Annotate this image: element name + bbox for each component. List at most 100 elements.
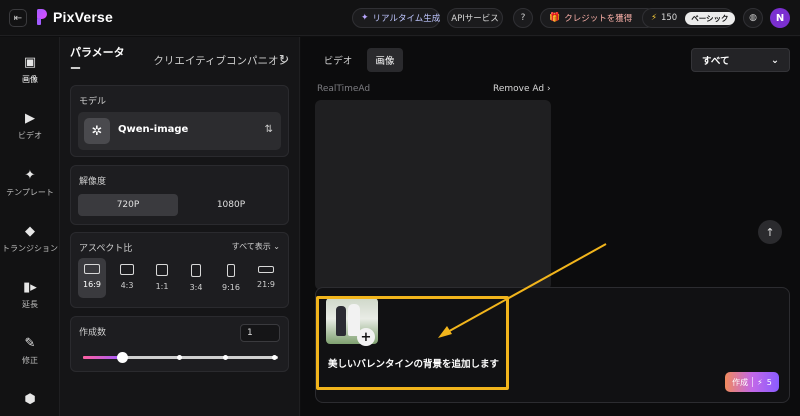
nav-item-extend[interactable]: ▮▸ 延長 [0,280,60,310]
aspect-option-4-3[interactable]: 4:3 [113,258,141,298]
aspect-option-9-16[interactable]: 9:16 [217,258,245,298]
filter-select[interactable]: すべて ⌄ [691,48,790,72]
model-logo-icon: ✲ [84,118,110,144]
nav-item-more[interactable]: ⬢ [0,392,60,411]
nav-item-image[interactable]: ▣ 画像 [0,55,60,85]
realtime-button[interactable]: ✦ リアルタイム生成 [352,8,440,28]
count-title: 作成数 [79,328,107,338]
tab-video[interactable]: ビデオ [315,48,361,72]
aspect-4-3-icon [120,264,134,275]
slider-knob[interactable] [117,352,128,363]
resolution-720p[interactable]: 720P [78,194,178,216]
brand-name: PixVerse [53,9,113,25]
prompt-box[interactable]: + 美しいバレンタインの背景を追加します 作成 ⚡ 5 [315,287,790,403]
nav-label: テンプレート [6,188,54,197]
globe-icon[interactable]: ◍ [743,8,763,28]
main-area: ビデオ 画像 すべて ⌄ RealTimeAd Remove Ad › ↑ + … [301,37,800,416]
sparkle-icon: ✦ [24,168,36,183]
left-nav: ▣ 画像 ▶ ビデオ ✦ テンプレート ◆ トランジション ▮▸ 延長 ✎ 修正… [0,37,60,416]
realtime-label: リアルタイム生成 [372,14,441,24]
create-cost: 5 [766,377,772,387]
count-input[interactable]: 1 [240,324,280,342]
aspect-option-3-4[interactable]: 3:4 [182,258,210,298]
aspect-label: 21:9 [257,280,275,289]
get-credits-button[interactable]: 🎁 クレジットを獲得 [540,8,656,28]
tab-parameters[interactable]: パラメーター [70,44,133,76]
aspect-label: 16:9 [83,280,101,289]
aspect-label: 9:16 [222,283,240,292]
model-card: モデル ✲ Qwen-image ⇅ [70,85,289,157]
api-service-button[interactable]: APIサービス [447,8,503,28]
aspect-3-4-icon [191,264,201,277]
logo[interactable]: PixVerse [37,9,113,25]
chevron-down-icon: ⌄ [771,54,779,66]
help-icon[interactable]: ? [513,8,533,28]
count-slider[interactable] [83,352,278,363]
prompt-text[interactable]: 美しいバレンタインの背景を追加します [328,356,499,370]
aspect-ratio-card: アスペクト比 すべて表示 ⌄ 16:9 4:3 1:1 3:4 9:16 21:… [70,232,289,308]
lightning-icon: ✦ [361,13,369,23]
add-image-button[interactable]: + [357,328,375,346]
avatar[interactable]: N [770,8,790,28]
bolt-icon: ⚡ [651,13,657,23]
nav-item-edit[interactable]: ✎ 修正 [0,336,60,366]
nav-label: トランジション [2,244,58,253]
chevron-right-icon: › [546,84,551,94]
remove-ad-link[interactable]: Remove Ad › [493,84,551,94]
credit-label: クレジットを獲得 [564,14,633,24]
aspect-option-16-9[interactable]: 16:9 [78,258,106,298]
tab-creative-companion[interactable]: クリエイティブコンパニオン [153,53,289,68]
nav-item-video[interactable]: ▶ ビデオ [0,111,60,141]
aspect-label: 4:3 [120,281,134,290]
aspect-title: アスペクト比 [79,244,133,254]
scroll-top-icon[interactable]: ↑ [758,220,782,244]
pixverse-logo-icon [37,9,47,25]
nav-label: 画像 [22,75,38,84]
extend-icon: ▮▸ [23,280,37,295]
slider-step-dot[interactable] [223,355,229,360]
credit-balance[interactable]: ⚡ 150 ベーシック [642,8,735,28]
refresh-icon[interactable]: ↻ [279,52,289,66]
aspect-21-9-icon [258,266,274,273]
gift-icon: 🎁 [549,13,561,23]
create-button[interactable]: 作成 ⚡ 5 [725,372,779,392]
filter-label: すべて [702,56,730,67]
nav-item-transition[interactable]: ◆ トランジション [0,224,60,254]
plan-badge: ベーシック [685,11,735,25]
show-all-dropdown[interactable]: すべて表示 ⌄ [232,241,280,252]
edit-icon: ✎ [24,336,36,351]
image-icon: ▣ [23,55,37,70]
photo-figure [336,306,346,336]
model-selector[interactable]: ✲ Qwen-image ⇅ [78,112,281,150]
slider-step-dot[interactable] [272,355,278,360]
video-icon: ▶ [25,111,35,126]
balance-value: 150 [660,13,678,23]
box-icon: ⬢ [24,392,36,407]
aspect-option-21-9[interactable]: 21:9 [252,258,280,298]
aspect-1-1-icon [156,264,168,276]
parameter-panel: パラメーター クリエイティブコンパニオン ↻ モデル ✲ Qwen-image … [60,37,300,416]
nav-label: ビデオ [18,131,42,140]
aspect-option-1-1[interactable]: 1:1 [148,258,176,298]
transition-icon: ◆ [25,224,35,239]
model-title: モデル [79,97,107,107]
nav-item-template[interactable]: ✦ テンプレート [0,168,60,198]
slider-step-dot[interactable] [176,355,182,360]
api-label: APIサービス [451,14,499,24]
remove-ad-label: Remove Ad [493,84,545,94]
top-bar: ⇤ PixVerse ✦ リアルタイム生成 APIサービス ? 🎁 クレジットを… [0,0,800,36]
show-all-label: すべて表示 [231,242,271,251]
aspect-label: 1:1 [155,282,169,291]
tab-image[interactable]: 画像 [367,48,403,72]
param-tabs: パラメーター クリエイティブコンパニオン ↻ [70,46,289,75]
resolution-title: 解像度 [79,177,107,187]
resolution-1080p[interactable]: 1080P [181,194,281,216]
divider [752,377,754,387]
model-name: Qwen-image [118,124,189,135]
aspect-label: 3:4 [189,283,203,292]
ad-placeholder [315,100,551,290]
chevron-down-icon: ⌄ [273,242,280,251]
tune-icon[interactable]: ⇅ [265,124,273,135]
aspect-9-16-icon [227,264,235,277]
back-icon[interactable]: ⇤ [9,9,27,27]
